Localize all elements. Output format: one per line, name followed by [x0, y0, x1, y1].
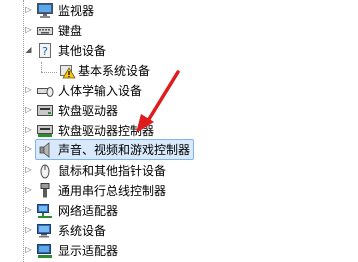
- tree-item-label: 网络适配器: [58, 204, 119, 218]
- tree-item-floppy-controllers[interactable]: ▷ 软盘驱动器控制器: [0, 120, 358, 141]
- expand-arrow-icon[interactable]: ▷: [23, 244, 34, 256]
- tree-item-label: 系统设备: [58, 224, 107, 238]
- collapse-arrow-icon[interactable]: ◢: [23, 44, 34, 56]
- tree-item-label: 显示适配器: [58, 244, 119, 258]
- keyboard-icon: [36, 22, 54, 39]
- tree-item-usb-controllers[interactable]: ▷ 通用串行总线控制器: [0, 180, 358, 201]
- svg-text:?: ?: [42, 45, 48, 58]
- expand-arrow-icon[interactable]: ▷: [23, 124, 34, 136]
- warning-device-icon: [58, 62, 76, 79]
- expand-arrow-icon[interactable]: ▷: [23, 164, 34, 176]
- display-adapter-icon: [36, 242, 54, 259]
- expand-arrow-icon[interactable]: ▷: [23, 84, 34, 96]
- expand-arrow-icon[interactable]: ▷: [23, 104, 34, 116]
- tree-item-label: 声音、视频和游戏控制器: [58, 143, 191, 157]
- floppy-drive-icon: [36, 102, 54, 119]
- tree-item-label: 通用串行总线控制器: [58, 184, 167, 198]
- floppy-controller-icon: [36, 122, 54, 139]
- expand-arrow-icon[interactable]: ▷: [23, 224, 34, 236]
- tree-item-label: 软盘驱动器控制器: [58, 124, 155, 138]
- tree-item-sound-video-game-controllers[interactable]: ▷ 声音、视频和游戏控制器: [0, 139, 358, 160]
- expand-arrow-icon[interactable]: ▷: [23, 24, 34, 36]
- expand-arrow-icon[interactable]: ▷: [23, 143, 34, 155]
- tree-item-system-devices[interactable]: ▷ 系统设备: [0, 220, 358, 241]
- network-adapter-icon: [36, 202, 54, 219]
- tree-item-label: 鼠标和其他指针设备: [58, 164, 167, 178]
- tree-item-label: 人体学输入设备: [58, 84, 143, 98]
- tree-item-label: 其他设备: [58, 44, 107, 58]
- tree-item-label: 软盘驱动器: [58, 104, 119, 118]
- tree-item-hid[interactable]: ▷ 人体学输入设备: [0, 80, 358, 101]
- tree-item-label: 监视器: [58, 4, 95, 18]
- hid-icon: [36, 82, 54, 99]
- tree-item-mice[interactable]: ▷ 鼠标和其他指针设备: [0, 160, 358, 181]
- tree-item-network-adapters[interactable]: ▷ 网络适配器: [0, 200, 358, 221]
- monitor-icon: [36, 2, 54, 19]
- tree-item-label: 基本系统设备: [78, 64, 151, 78]
- usb-icon: [36, 182, 54, 199]
- expand-arrow-icon[interactable]: ▷: [23, 184, 34, 196]
- expand-arrow-icon[interactable]: ▷: [23, 204, 34, 216]
- unknown-device-icon: ?: [36, 42, 54, 59]
- tree-item-other-devices[interactable]: ◢ ? 其他设备: [0, 40, 358, 61]
- tree-item-display-adapters[interactable]: ▷ 显示适配器: [0, 240, 358, 261]
- expand-arrow-icon[interactable]: ▷: [23, 4, 34, 16]
- tree-item-monitors[interactable]: ▷ 监视器: [0, 0, 358, 21]
- system-device-icon: [36, 222, 54, 239]
- tree-item-base-system-device[interactable]: 基本系统设备: [0, 60, 358, 81]
- mouse-icon: [36, 162, 54, 179]
- speaker-icon: [38, 141, 56, 158]
- tree-item-floppy-drives[interactable]: ▷ 软盘驱动器: [0, 100, 358, 121]
- tree-item-keyboards[interactable]: ▷ 键盘: [0, 20, 358, 41]
- device-manager-tree: ▷ 监视器 ▷ 键盘 ◢ ? 其他设备 基本系统设备 ▷ 人体学输入设备 ▷ 软…: [0, 0, 358, 262]
- tree-item-label: 键盘: [58, 24, 83, 38]
